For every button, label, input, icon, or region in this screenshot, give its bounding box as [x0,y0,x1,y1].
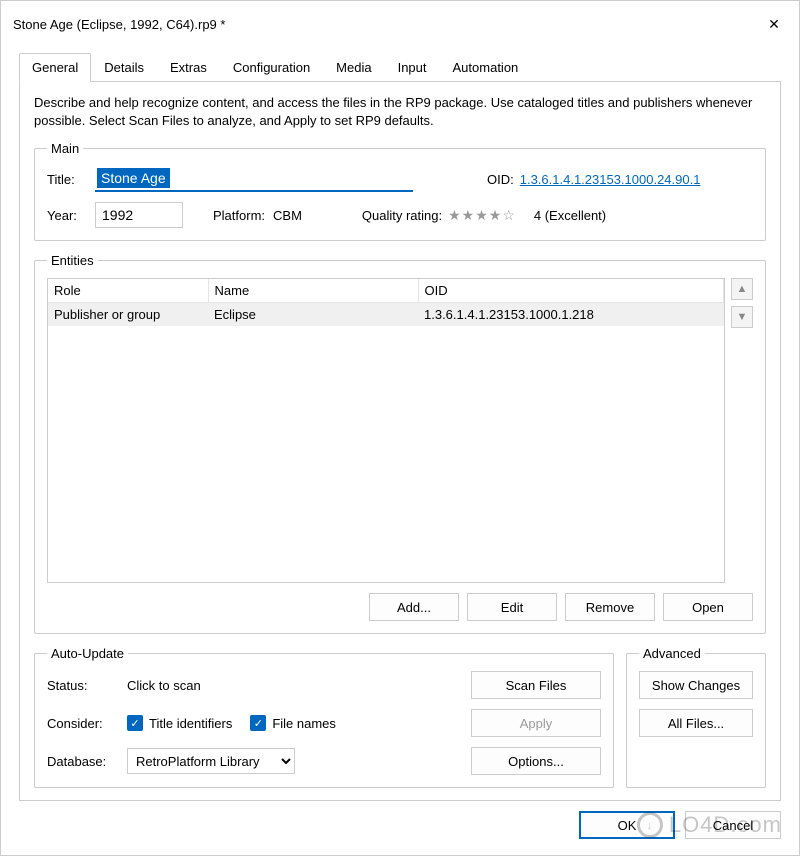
title-label: Title: [47,172,95,187]
consider-label: Consider: [47,716,127,731]
chevron-down-icon: ▼ [737,311,748,323]
tabstrip: General Details Extras Configuration Med… [19,53,781,82]
title-input[interactable]: Stone Age [95,166,413,192]
ok-button[interactable]: OK [579,811,675,839]
cancel-button[interactable]: Cancel [685,811,781,839]
tab-extras[interactable]: Extras [157,53,220,81]
move-up-button[interactable]: ▲ [731,278,753,300]
col-oid[interactable]: OID [418,279,724,303]
cell-name: Eclipse [208,303,418,327]
cell-oid: 1.3.6.1.4.1.23153.1000.1.218 [418,303,724,327]
database-label: Database: [47,754,127,769]
entities-legend: Entities [47,253,98,268]
all-files-button[interactable]: All Files... [639,709,753,737]
options-button[interactable]: Options... [471,747,601,775]
close-icon: ✕ [768,16,780,33]
advanced-legend: Advanced [639,646,705,661]
check-icon: ✓ [127,715,143,731]
chevron-up-icon: ▲ [737,283,748,295]
tab-details[interactable]: Details [91,53,157,81]
open-button[interactable]: Open [663,593,753,621]
check-icon: ✓ [250,715,266,731]
tab-general[interactable]: General [19,53,91,82]
title-value: Stone Age [97,168,170,188]
tab-automation[interactable]: Automation [440,53,532,81]
col-name[interactable]: Name [208,279,418,303]
description-text: Describe and help recognize content, and… [34,94,766,129]
main-legend: Main [47,141,83,156]
platform-label: Platform: [213,208,265,223]
table-row[interactable]: Publisher or group Eclipse 1.3.6.1.4.1.2… [48,303,724,327]
cell-role: Publisher or group [48,303,208,327]
add-button[interactable]: Add... [369,593,459,621]
tab-configuration[interactable]: Configuration [220,53,323,81]
database-select[interactable]: RetroPlatform Library [127,748,295,774]
tab-media[interactable]: Media [323,53,384,81]
remove-button[interactable]: Remove [565,593,655,621]
show-changes-button[interactable]: Show Changes [639,671,753,699]
title-identifiers-checkbox[interactable]: ✓ Title identifiers [127,715,232,731]
oid-link[interactable]: 1.3.6.1.4.1.23153.1000.24.90.1 [520,172,701,187]
close-button[interactable]: ✕ [751,9,797,39]
quality-stars[interactable]: ★★★★☆ [448,207,516,224]
auto-update-group: Auto-Update Status: Click to scan Scan F… [34,646,614,788]
title-identifiers-label: Title identifiers [149,716,232,731]
titlebar: Stone Age (Eclipse, 1992, C64).rp9 * ✕ [1,1,799,47]
tab-input[interactable]: Input [385,53,440,81]
edit-button[interactable]: Edit [467,593,557,621]
auto-update-legend: Auto-Update [47,646,128,661]
col-role[interactable]: Role [48,279,208,303]
status-label: Status: [47,678,127,693]
oid-label: OID: [487,172,514,187]
main-group: Main Title: Stone Age OID: 1.3.6.1.4.1.2… [34,141,766,241]
status-value: Click to scan [127,678,471,693]
move-down-button[interactable]: ▼ [731,306,753,328]
platform-value: CBM [273,208,302,223]
entities-group: Entities Role Name OID Pu [34,253,766,634]
file-names-checkbox[interactable]: ✓ File names [250,715,336,731]
year-input[interactable] [95,202,183,228]
apply-button[interactable]: Apply [471,709,601,737]
file-names-label: File names [272,716,336,731]
advanced-group: Advanced Show Changes All Files... [626,646,766,788]
entities-table[interactable]: Role Name OID Publisher or group Eclipse… [47,278,725,583]
dialog-footer: OK Cancel [1,811,799,855]
quality-text: 4 (Excellent) [534,208,606,223]
year-label: Year: [47,208,95,223]
scan-files-button[interactable]: Scan Files [471,671,601,699]
tab-panel-general: Describe and help recognize content, and… [19,82,781,801]
window-title: Stone Age (Eclipse, 1992, C64).rp9 * [13,17,751,32]
dialog-window: Stone Age (Eclipse, 1992, C64).rp9 * ✕ G… [0,0,800,856]
quality-label: Quality rating: [362,208,442,223]
